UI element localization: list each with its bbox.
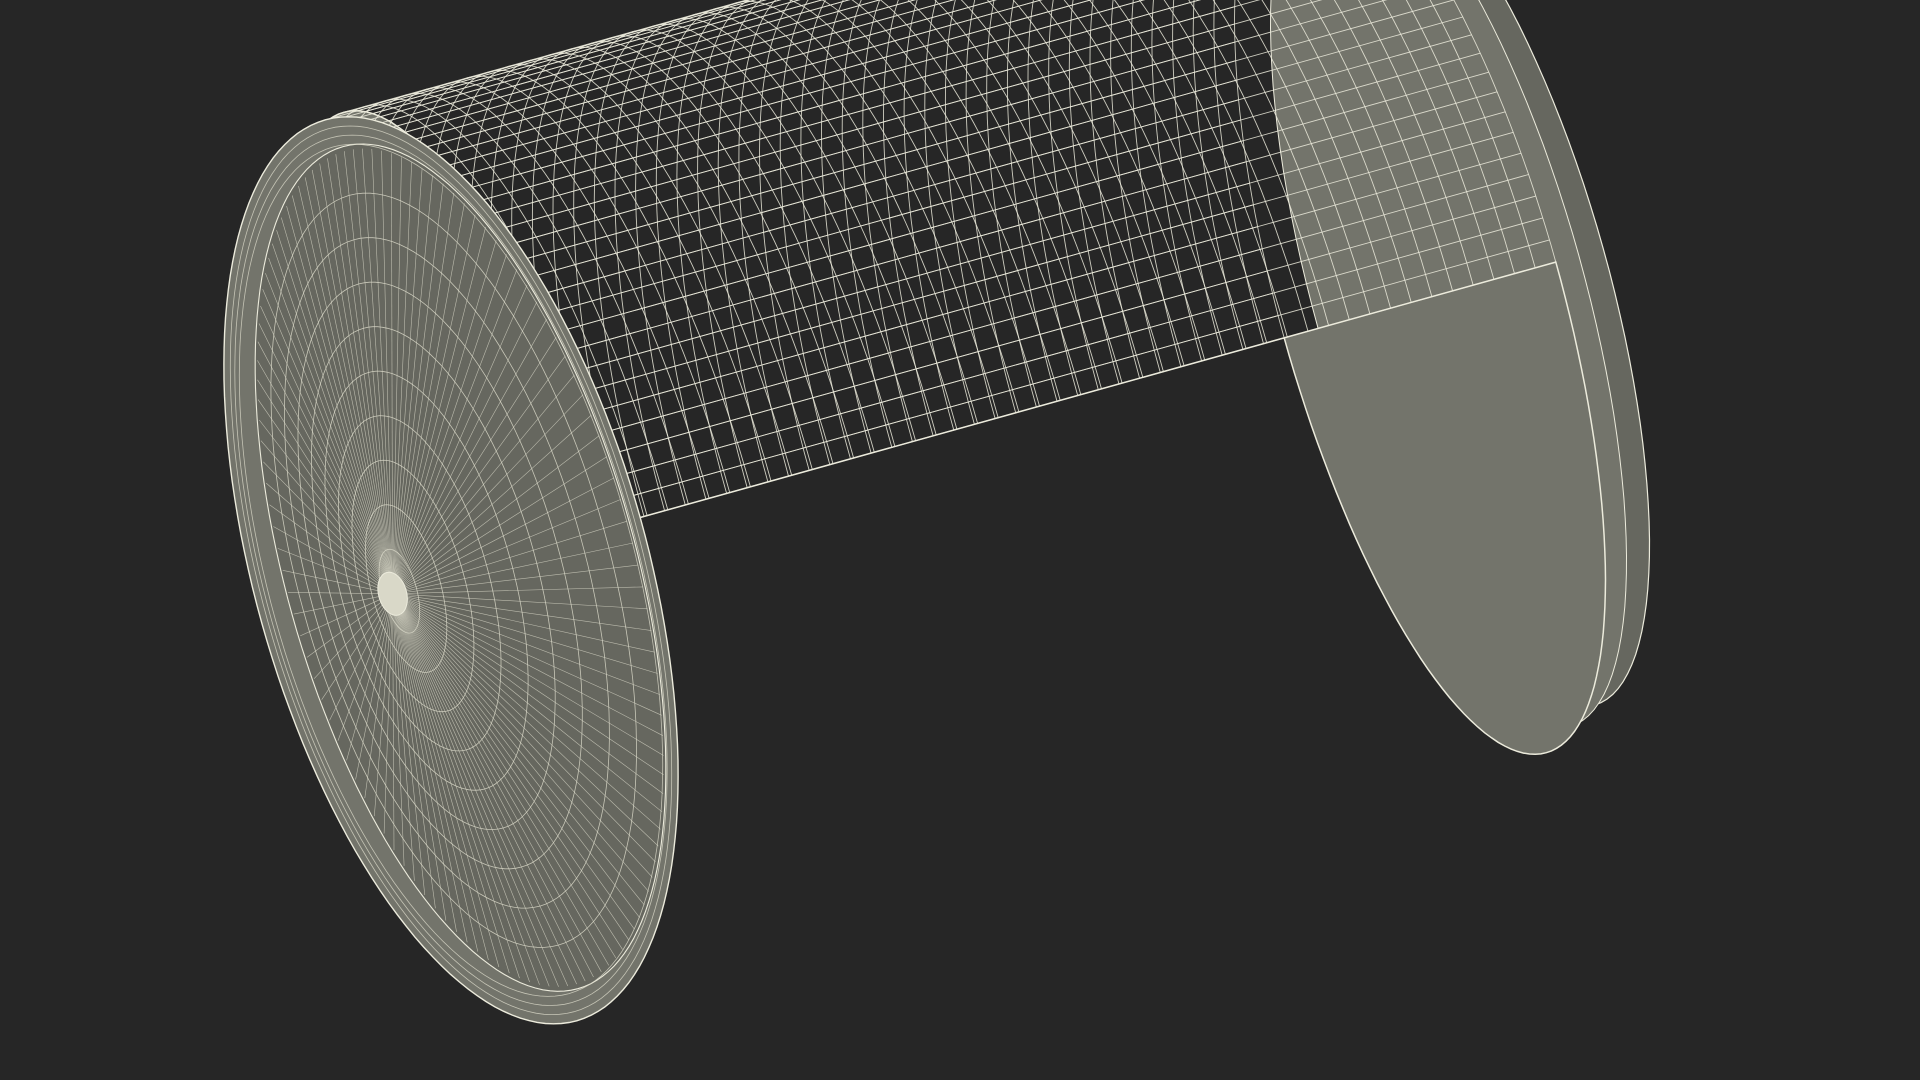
body-ring: [717, 0, 1040, 483]
body-meridian: [319, 0, 782, 129]
can-bottom-mesh: [223, 116, 679, 1025]
body-meridian: [337, 0, 751, 116]
body-meridian: [350, 0, 751, 112]
body-meridian: [440, 0, 1043, 168]
body-meridian: [357, 0, 757, 112]
body-ring: [924, 0, 1247, 425]
body-meridian: [301, 0, 881, 162]
body-meridian: [413, 0, 917, 141]
body-ring: [759, 0, 1082, 471]
body-meridian: [330, 0, 757, 119]
bottom-rim-inner: [254, 143, 667, 992]
body-meridian: [422, 0, 955, 149]
wireframe-render: [223, 0, 1651, 1025]
body-ring: [986, 0, 1309, 408]
render-viewport: [0, 0, 1920, 1080]
body-meridian: [372, 0, 782, 115]
